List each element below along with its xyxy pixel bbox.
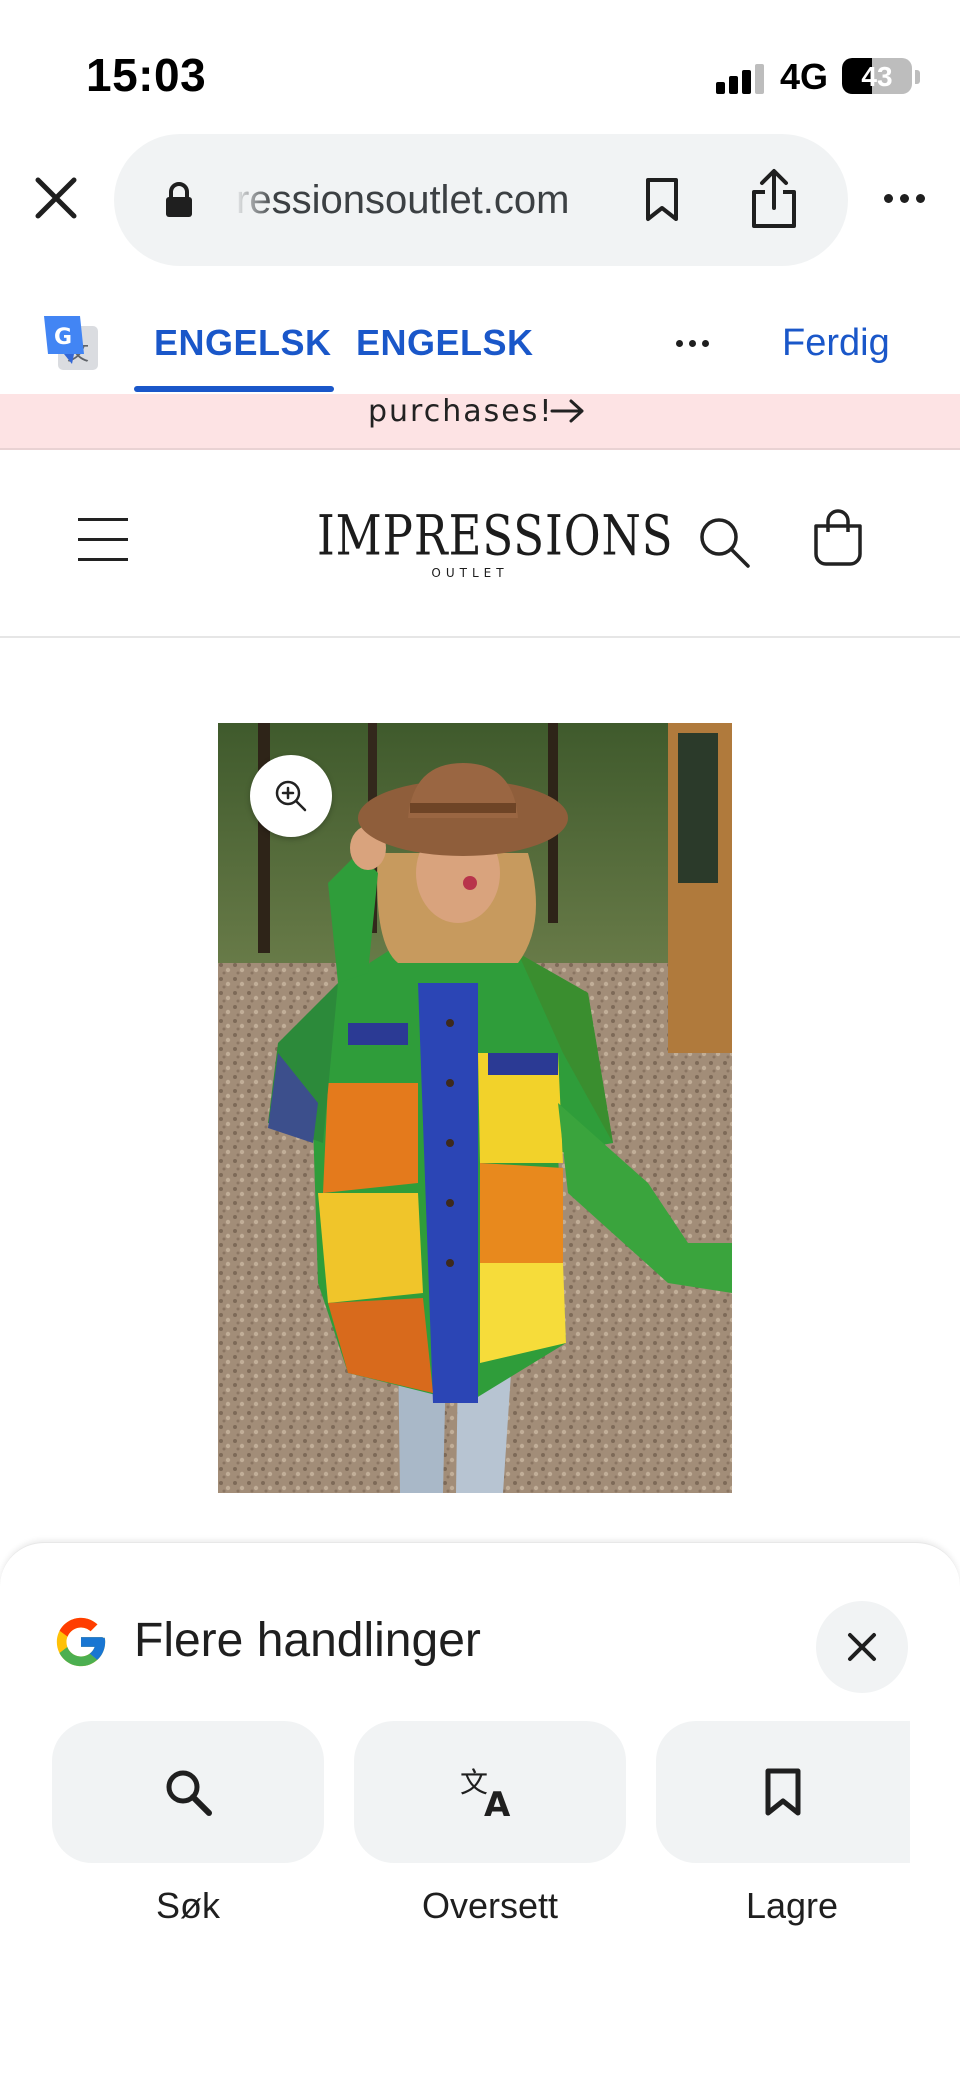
network-type: 4G [780, 56, 829, 97]
bookmark-icon [765, 1768, 801, 1816]
menu-button[interactable] [78, 518, 128, 562]
zoom-button[interactable] [250, 755, 332, 837]
search-action-label: Søk [155, 1885, 220, 1926]
product-image[interactable] [218, 723, 732, 1493]
search-action-button[interactable] [52, 1721, 324, 1863]
search-icon [166, 1770, 212, 1816]
more-button[interactable] [876, 178, 932, 218]
logo-sub-text: OUTLET [431, 566, 509, 580]
cart-icon[interactable] [810, 508, 866, 568]
url-fade [234, 164, 274, 234]
more-actions-sheet: Flere handlinger 文 A Søk Oversett Lagre [0, 1542, 960, 2079]
store-logo[interactable]: IMPRESSIONS OUTLET [300, 504, 674, 580]
google-icon [56, 1617, 106, 1667]
save-action-label: Lagre [745, 1885, 839, 1926]
logo-main-text: IMPRESSIONS [317, 504, 674, 568]
store-header: IMPRESSIONS OUTLET [0, 452, 960, 638]
svg-text:G: G [54, 325, 72, 350]
close-icon [35, 177, 77, 219]
search-icon[interactable] [696, 514, 752, 570]
battery-level: 43 [861, 61, 893, 92]
share-button[interactable] [742, 166, 806, 232]
bookmark-button[interactable] [634, 172, 690, 228]
sheet-close-button[interactable] [816, 1601, 908, 1693]
done-button[interactable]: Ferdig [782, 322, 890, 365]
close-tab-button[interactable] [28, 170, 84, 226]
more-icon-dot [883, 193, 893, 203]
close-icon [848, 1633, 876, 1661]
more-icon-dot [676, 339, 683, 347]
lock-icon [166, 182, 192, 217]
active-tab-indicator [134, 386, 334, 392]
translate-action-button[interactable]: 文 A [354, 1721, 626, 1863]
translate-icon: 文 A [460, 1766, 511, 1820]
more-icon-dot [915, 193, 925, 203]
battery-tip [915, 70, 920, 84]
tab-target-language[interactable]: ENGELSK [356, 322, 534, 364]
more-icon-dot [689, 339, 696, 347]
product-photo [218, 723, 732, 1493]
translate-action-label: Oversett [421, 1885, 559, 1926]
more-icon-dot [899, 193, 909, 203]
translate-bar: 文 G ENGELSK ENGELSK Ferdig [0, 292, 960, 394]
signal-icon [716, 62, 766, 94]
tab-source-language[interactable]: ENGELSK [154, 322, 332, 364]
svg-text:A: A [484, 1785, 511, 1820]
translate-more-button[interactable] [676, 328, 720, 358]
google-translate-icon: 文 G [44, 316, 98, 370]
promo-banner[interactable]: purchases! [0, 394, 960, 450]
sheet-title: Flere handlinger [134, 1614, 481, 1667]
more-icon-dot [702, 339, 709, 347]
zoom-in-icon [275, 780, 307, 812]
status-time: 15:03 [86, 49, 207, 101]
arrow-right-icon [550, 399, 584, 423]
browser-toolbar: ressionsoutlet.com [0, 130, 960, 270]
battery-icon: 43 [842, 58, 912, 94]
save-action-button[interactable] [656, 1721, 910, 1863]
status-bar: 15:03 4G 43 [0, 0, 960, 130]
address-bar[interactable]: ressionsoutlet.com [114, 134, 848, 266]
promo-text: purchases! [368, 394, 554, 429]
share-icon [752, 169, 796, 228]
bookmark-icon [646, 178, 678, 221]
